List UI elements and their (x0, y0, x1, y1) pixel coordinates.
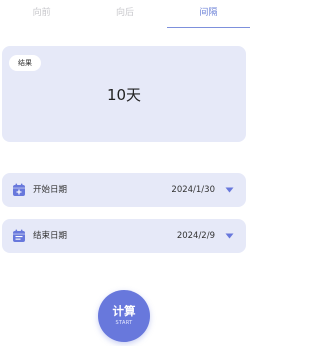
calendar-lines-icon (13, 229, 25, 242)
result-card: 结果 10天 (2, 46, 246, 142)
end-date-row[interactable]: 结束日期 2024/2/9 (2, 219, 246, 253)
tab-backward[interactable]: 向后 (83, 0, 166, 28)
start-date-row[interactable]: 开始日期 2024/1/30 (2, 173, 246, 207)
tab-bar: 向前 向后 间隔 (0, 0, 251, 28)
start-date-value[interactable]: 2024/1/30 (171, 173, 215, 207)
calculate-sublabel: START (115, 320, 133, 326)
calculate-label: 计算 (112, 304, 136, 318)
result-value: 10天 (106, 86, 142, 104)
start-date-label: 开始日期 (33, 185, 68, 195)
chevron-down-icon[interactable] (225, 233, 234, 239)
tab-forward[interactable]: 向前 (0, 0, 83, 28)
result-chip: 结果 (9, 55, 41, 71)
calculate-button[interactable]: 计算 START (98, 290, 150, 342)
chevron-down-icon[interactable] (225, 187, 234, 193)
tab-interval[interactable]: 间隔 (166, 0, 251, 28)
end-date-value[interactable]: 2024/2/9 (177, 219, 215, 253)
end-date-label: 结束日期 (33, 231, 68, 241)
calendar-plus-icon (13, 183, 25, 196)
